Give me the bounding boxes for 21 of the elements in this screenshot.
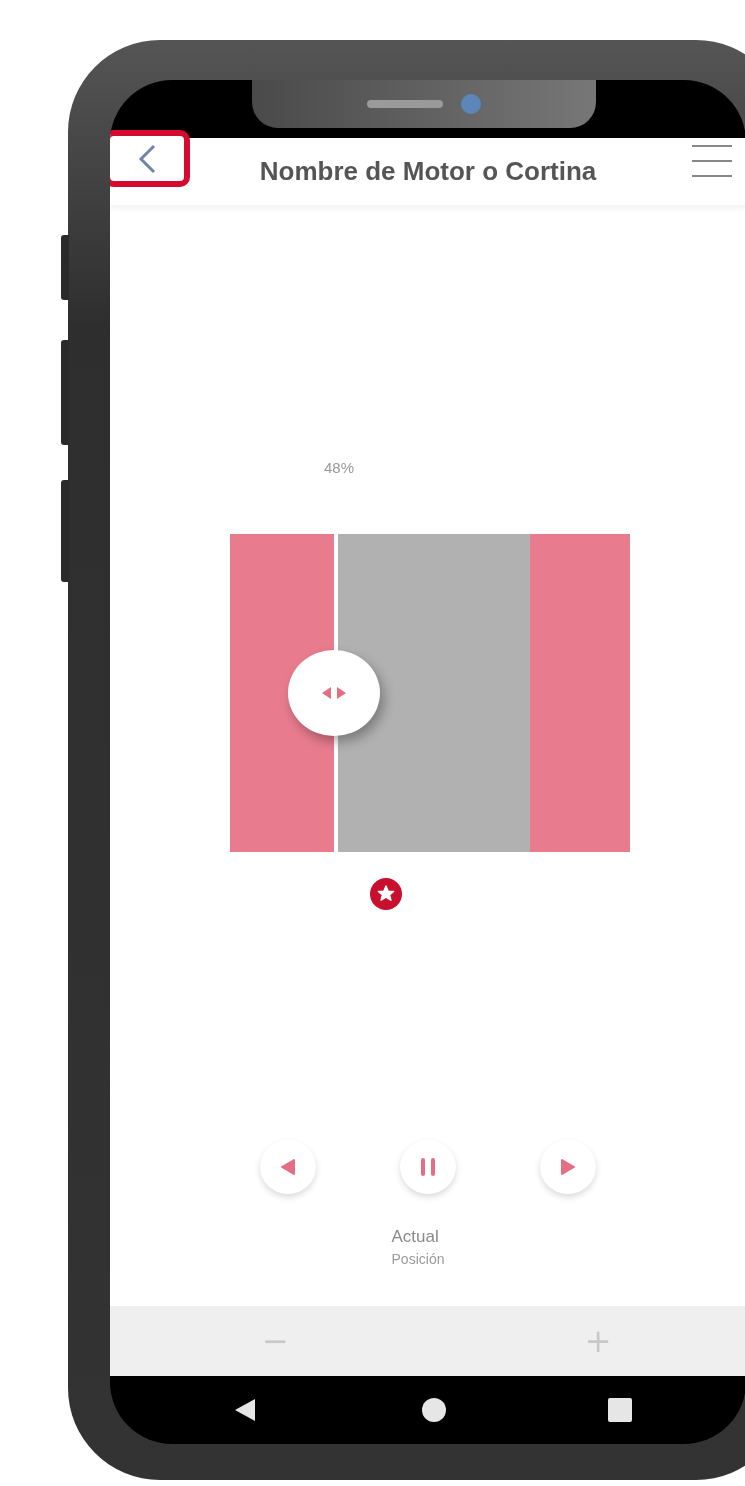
curtain-drawing[interactable]: [230, 534, 630, 852]
pause-icon: [420, 1158, 436, 1176]
right-button[interactable]: [540, 1140, 596, 1194]
back-button[interactable]: [110, 130, 190, 187]
menu-icon: [690, 144, 734, 178]
right-triangle-icon: [561, 1159, 575, 1175]
position-percent: 48%: [324, 459, 355, 476]
back-chevron-icon: [137, 143, 157, 174]
menu-button[interactable]: [690, 144, 734, 178]
plus-button[interactable]: +: [578, 1322, 618, 1360]
left-triangle-icon: [281, 1159, 295, 1175]
position-label: Actual: [391, 1227, 440, 1247]
minus-button[interactable]: −: [256, 1322, 295, 1360]
back-triangle-icon[interactable]: [234, 1398, 256, 1422]
home-circle-icon[interactable]: [422, 1398, 446, 1422]
camera-dot: [461, 94, 481, 114]
pause-button[interactable]: [400, 1140, 456, 1194]
position-caption: Posición: [391, 1251, 445, 1267]
left-right-arrows-icon: [321, 686, 347, 700]
screen-title: Nombre de Motor o Cortina: [258, 156, 598, 187]
left-button[interactable]: [260, 1140, 316, 1194]
